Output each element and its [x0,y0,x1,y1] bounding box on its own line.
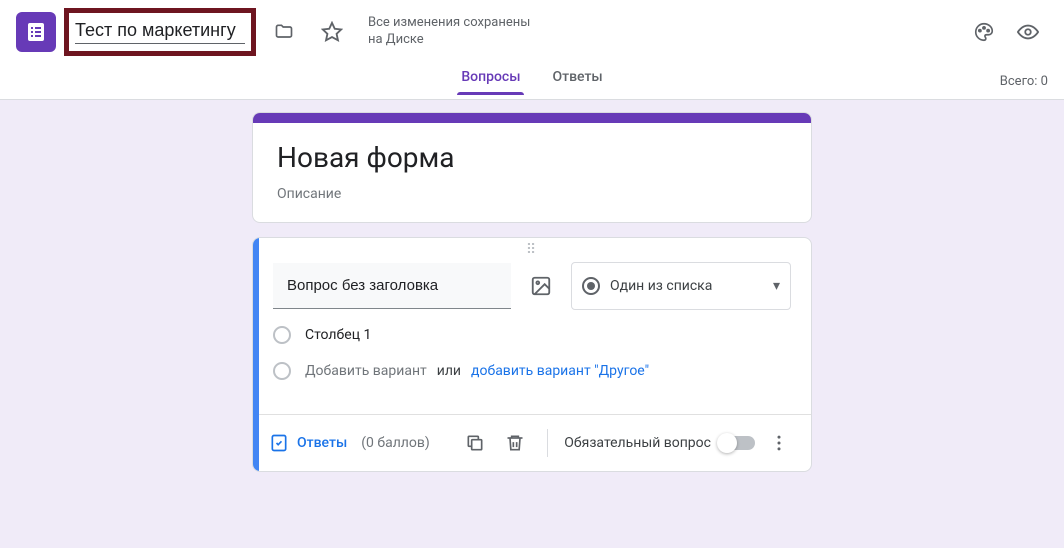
form-description-placeholder[interactable]: Описание [277,186,787,202]
or-label: или [437,363,461,379]
option-label[interactable]: Столбец 1 [305,327,371,343]
form-title-card[interactable]: Новая форма Описание [252,112,812,223]
form-title-heading[interactable]: Новая форма [277,141,787,174]
card-accent-bar [253,113,811,123]
preview-eye-icon[interactable] [1008,12,1048,52]
answer-key-label: Ответы [297,435,347,451]
palette-icon[interactable] [964,12,1004,52]
required-label: Обязательный вопрос [564,435,711,451]
question-type-select[interactable]: Один из списка ▾ [571,262,791,310]
question-card[interactable]: ⠿ Один из списка ▾ Столбец 1 Добавить ва… [252,237,812,472]
form-title-input[interactable] [75,20,245,44]
form-title-highlighted-box [64,8,256,56]
question-title-input[interactable] [273,263,511,309]
tab-questions[interactable]: Вопросы [457,69,524,95]
delete-icon[interactable] [499,427,531,459]
divider [547,429,548,457]
answer-key-button[interactable]: Ответы [269,433,347,453]
duplicate-icon[interactable] [459,427,491,459]
form-canvas: Новая форма Описание ⠿ Один из списка ▾ … [0,100,1064,492]
add-other-option-link[interactable]: добавить вариант "Другое" [471,363,649,379]
star-icon[interactable] [312,12,352,52]
tab-responses[interactable]: Ответы [548,69,606,95]
add-image-icon[interactable] [527,272,555,300]
points-label: (0 баллов) [361,435,430,451]
required-toggle[interactable] [719,436,755,450]
chevron-down-icon: ▾ [773,278,780,294]
option-radio-icon [273,362,291,380]
add-option-row: Добавить вариант или добавить вариант "Д… [273,362,791,380]
question-type-label: Один из списка [610,278,712,294]
app-logo-icon[interactable] [16,12,56,52]
total-score-label: Всего: 0 [1000,74,1048,89]
option-radio-icon [273,326,291,344]
more-options-icon[interactable] [763,427,795,459]
radio-icon [582,277,600,295]
active-card-indicator [253,238,259,471]
drag-handle-icon[interactable]: ⠿ [253,238,811,262]
tabs-row: Вопросы Ответы Всего: 0 [0,64,1064,100]
add-option-button[interactable]: Добавить вариант [305,363,427,379]
question-card-footer: Ответы (0 баллов) Обязательный вопрос [253,414,811,471]
folder-icon[interactable] [264,12,304,52]
save-status-text: Все изменения сохранены на Диске [368,15,548,49]
header-bar: Все изменения сохранены на Диске [0,0,1064,64]
option-row[interactable]: Столбец 1 [273,326,791,344]
